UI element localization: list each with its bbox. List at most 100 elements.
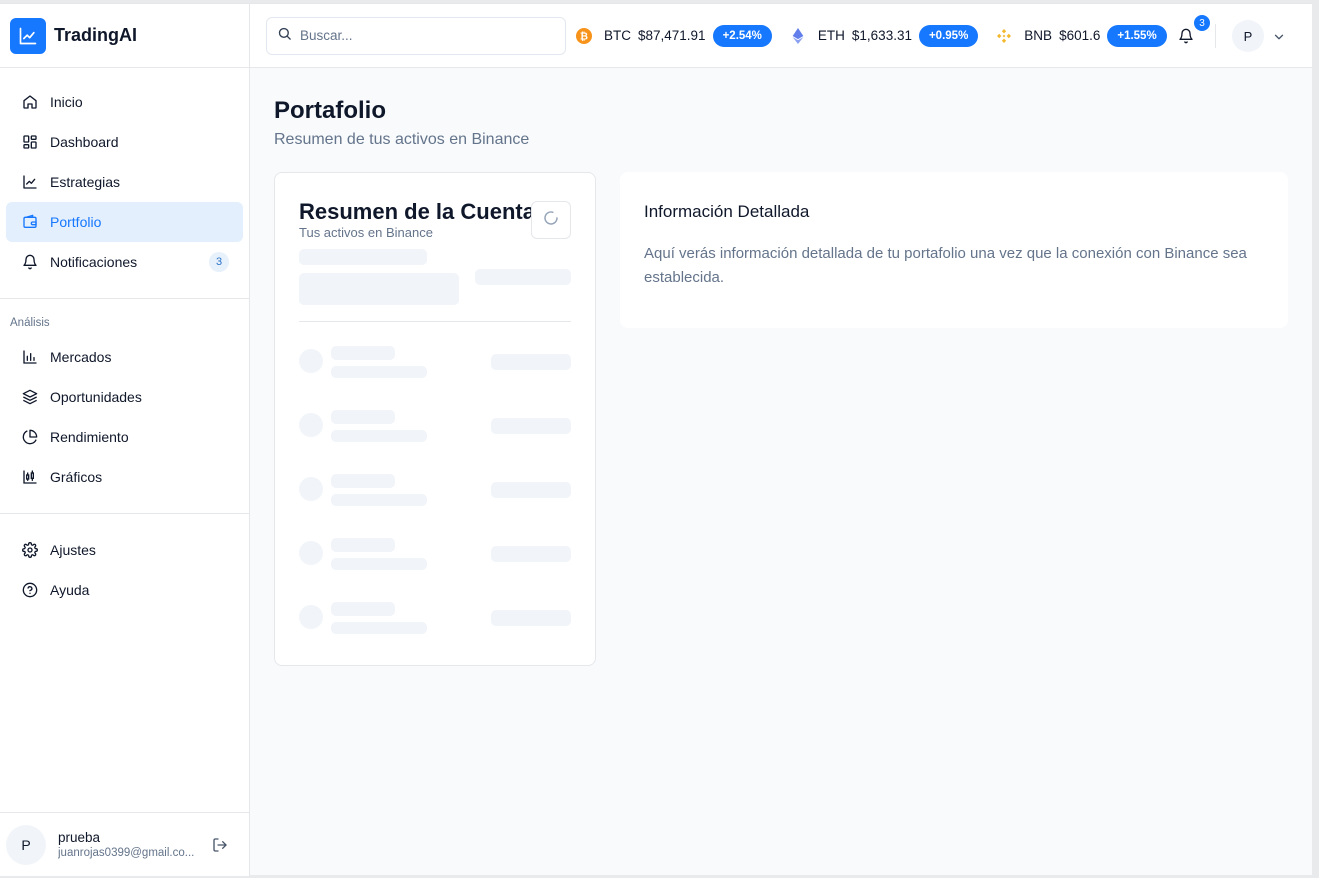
sidebar: TradingAI Inicio Dashboard Estrategias P…	[0, 4, 250, 876]
help-circle-icon	[22, 582, 38, 598]
sidebar-item-label: Ayuda	[50, 582, 90, 598]
sidebar-item-label: Oportunidades	[50, 389, 142, 405]
ticker-price: $601.6	[1059, 28, 1101, 43]
line-chart-icon	[22, 174, 38, 190]
sidebar-item-mercados[interactable]: Mercados	[6, 337, 243, 377]
grid-icon	[22, 134, 38, 150]
notification-count-badge: 3	[209, 252, 229, 272]
skeleton-placeholder	[491, 418, 571, 434]
sidebar-item-rendimiento[interactable]: Rendimiento	[6, 417, 243, 457]
account-summary-card: Resumen de la Cuenta Tus activos en Bina…	[274, 172, 596, 666]
card-divider	[299, 321, 571, 322]
sidebar-item-oportunidades[interactable]: Oportunidades	[6, 377, 243, 417]
loading-spinner-icon	[543, 210, 559, 231]
layers-icon	[22, 389, 38, 405]
app-name: TradingAI	[54, 25, 138, 45]
skeleton-placeholder	[491, 546, 571, 562]
ticker-btc[interactable]: ₿ BTC $87,471.91 +2.54%	[576, 24, 772, 47]
chevron-down-icon[interactable]	[1272, 30, 1286, 44]
skeleton-placeholder	[491, 610, 571, 626]
svg-text:₿: ₿	[580, 30, 588, 42]
main-nav: Inicio Dashboard Estrategias Portfolio N…	[0, 68, 249, 282]
sidebar-item-label: Dashboard	[50, 134, 119, 150]
skeleton-placeholder	[299, 273, 459, 305]
ticker-change-badge: +1.55%	[1107, 24, 1167, 47]
skeleton-placeholder	[331, 602, 395, 616]
skeleton-placeholder	[491, 354, 571, 370]
sidebar-item-label: Ajustes	[50, 542, 96, 558]
skeleton-placeholder	[331, 430, 427, 442]
notification-badge: 3	[1194, 15, 1210, 31]
header-avatar[interactable]: P	[1232, 20, 1264, 52]
wallet-icon	[22, 214, 38, 230]
user-name: prueba	[58, 830, 101, 845]
search-box[interactable]	[266, 16, 566, 55]
skeleton-placeholder	[299, 413, 323, 437]
logout-icon[interactable]	[210, 835, 230, 855]
ticker-bnb[interactable]: BNB $601.6 +1.55%	[996, 24, 1167, 47]
user-info: prueba juanrojas0399@gmail.co...	[58, 830, 200, 859]
sidebar-item-label: Estrategias	[50, 174, 121, 190]
page-subtitle: Resumen de tus activos en Binance	[274, 131, 530, 148]
ticker-symbol: BTC	[604, 28, 631, 43]
ticker-eth[interactable]: ETH $1,633.31 +0.95%	[790, 24, 979, 47]
gear-icon	[22, 542, 38, 558]
ticker-symbol: BNB	[1024, 28, 1053, 43]
page-title: Portafolio	[274, 97, 386, 124]
sidebar-item-ajustes[interactable]: Ajustes	[6, 530, 243, 570]
sidebar-item-label: Mercados	[50, 349, 112, 365]
skeleton-placeholder	[331, 366, 427, 378]
skeleton-placeholder	[331, 410, 395, 424]
header-divider	[1215, 24, 1216, 48]
sidebar-item-dashboard[interactable]: Dashboard	[6, 122, 243, 162]
skeleton-placeholder	[331, 558, 427, 570]
sidebar-item-label: Gráficos	[50, 469, 103, 485]
sidebar-item-estrategias[interactable]: Estrategias	[6, 162, 243, 202]
skeleton-placeholder	[299, 477, 323, 501]
top-header: ₿ BTC $87,471.91 +2.54% ETH $1,633.31 +0…	[250, 4, 1312, 68]
skeleton-placeholder	[299, 605, 323, 629]
ethereum-icon	[790, 27, 806, 44]
card-subtitle: Tus activos en Binance	[299, 225, 433, 240]
skeleton-placeholder	[491, 482, 571, 498]
sidebar-item-label: Portfolio	[50, 214, 102, 230]
sidebar-item-notificaciones[interactable]: Notificaciones 3	[6, 242, 243, 282]
analysis-nav: Mercados Oportunidades Rendimiento Gráfi…	[0, 337, 249, 497]
refresh-button[interactable]	[531, 201, 571, 239]
detailed-info-card: Información Detallada Aquí verás informa…	[620, 172, 1288, 328]
pie-chart-icon	[22, 429, 38, 445]
trending-up-icon	[10, 17, 46, 54]
sidebar-item-portfolio[interactable]: Portfolio	[6, 202, 243, 242]
skeleton-placeholder	[299, 541, 323, 565]
sidebar-item-label: Inicio	[50, 94, 83, 110]
card-title: Información Detallada	[644, 202, 810, 221]
ticker-change-badge: +2.54%	[712, 24, 772, 47]
sidebar-item-label: Rendimiento	[50, 429, 129, 445]
user-email: juanrojas0399@gmail.co...	[58, 847, 195, 859]
candlestick-chart-icon	[22, 469, 38, 485]
notifications-bell-icon[interactable]	[1176, 26, 1196, 46]
user-profile: P prueba juanrojas0399@gmail.co...	[0, 812, 249, 876]
sidebar-item-label: Notificaciones	[50, 254, 138, 270]
skeleton-placeholder	[475, 269, 571, 285]
skeleton-placeholder	[331, 538, 395, 552]
card-title: Resumen de la Cuenta	[299, 199, 535, 224]
card-body-text: Aquí verás información detallada de tu p…	[644, 245, 1247, 286]
bell-icon	[22, 254, 38, 270]
bitcoin-icon: ₿	[576, 27, 592, 44]
brand[interactable]: TradingAI	[0, 4, 249, 68]
sidebar-item-graficos[interactable]: Gráficos	[6, 457, 243, 497]
avatar[interactable]: P	[6, 824, 46, 865]
sidebar-item-inicio[interactable]: Inicio	[6, 82, 243, 122]
settings-nav: Ajustes Ayuda	[0, 514, 249, 610]
sidebar-item-ayuda[interactable]: Ayuda	[6, 570, 243, 610]
section-label-analisis: Análisis	[10, 317, 50, 329]
ticker-price: $87,471.91	[638, 28, 706, 43]
skeleton-placeholder	[331, 622, 427, 634]
home-icon	[22, 94, 38, 110]
search-input[interactable]	[300, 28, 550, 43]
skeleton-placeholder	[331, 494, 427, 506]
skeleton-placeholder	[331, 474, 395, 488]
bar-chart-icon	[22, 349, 38, 365]
ticker-price: $1,633.31	[851, 28, 912, 43]
